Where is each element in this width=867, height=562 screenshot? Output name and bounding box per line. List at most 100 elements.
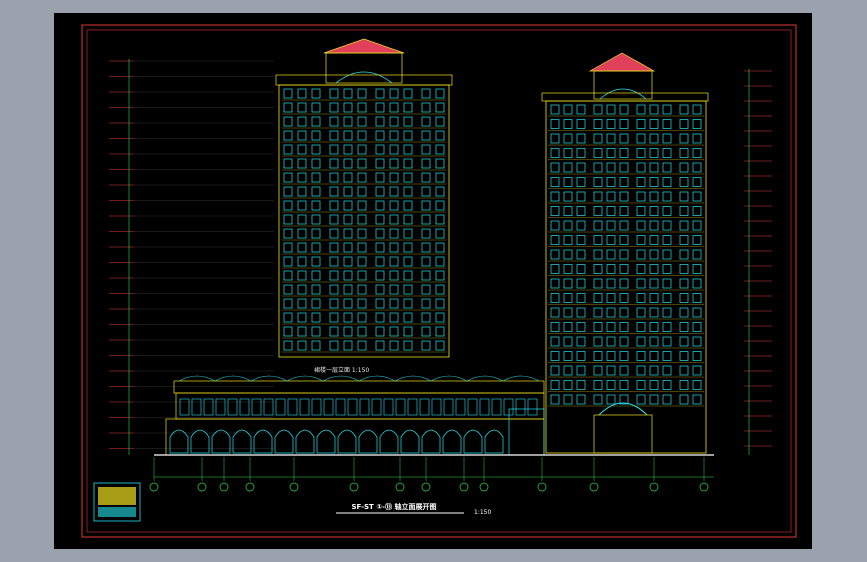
- window: [649, 264, 659, 274]
- window: [375, 326, 385, 337]
- window: [619, 119, 629, 129]
- window: [593, 177, 603, 187]
- window: [576, 336, 586, 347]
- window: [329, 200, 339, 211]
- window: [389, 200, 399, 211]
- grid-bubble: [395, 482, 405, 492]
- window: [283, 326, 293, 337]
- window: [403, 298, 413, 309]
- window: [606, 336, 616, 347]
- window: [311, 340, 321, 351]
- grid-bubble: [459, 482, 469, 492]
- window: [421, 326, 431, 337]
- window: [297, 214, 307, 225]
- window: [576, 104, 586, 115]
- window: [649, 365, 659, 376]
- window: [311, 116, 321, 127]
- window: [593, 133, 603, 144]
- window: [692, 220, 702, 231]
- window: [649, 336, 659, 347]
- grid-bubble: [589, 482, 599, 492]
- window: [662, 206, 672, 216]
- window: [649, 104, 659, 115]
- window: [297, 116, 307, 127]
- window: [389, 88, 399, 99]
- window: [662, 278, 672, 289]
- window: [649, 191, 659, 202]
- window: [421, 298, 431, 309]
- window: [329, 158, 339, 169]
- drawing-title: SF-ST ①-⑬ 轴立面展开图: [351, 502, 436, 511]
- window: [311, 88, 321, 99]
- window: [389, 228, 399, 239]
- window: [357, 200, 367, 211]
- window: [329, 172, 339, 183]
- window: [283, 298, 293, 309]
- window: [619, 191, 629, 202]
- window: [435, 158, 445, 169]
- window: [329, 256, 339, 267]
- window: [606, 206, 616, 216]
- window: [636, 162, 646, 173]
- window: [435, 326, 445, 337]
- window: [329, 130, 339, 141]
- window: [343, 298, 353, 309]
- window: [329, 102, 339, 113]
- podium-window: [251, 398, 262, 416]
- roof-arc: [466, 375, 504, 382]
- window: [343, 270, 353, 281]
- cad-drawing-frame: SF-ST ①-⑬ 轴立面展开图 1:150 裙楼一层立面 1:150: [54, 13, 812, 549]
- arched-window: [211, 429, 231, 454]
- window: [329, 284, 339, 295]
- podium-window: [215, 398, 226, 416]
- elevation-drawing: SF-ST ①-⑬ 轴立面展开图 1:150 裙楼一层立面 1:150: [81, 24, 797, 538]
- window: [435, 298, 445, 309]
- window: [283, 186, 293, 197]
- podium-window: [359, 398, 370, 416]
- arched-window: [253, 429, 273, 454]
- window: [619, 365, 629, 376]
- window: [343, 116, 353, 127]
- roof-arc: [358, 375, 396, 382]
- window: [619, 322, 629, 332]
- window: [636, 351, 646, 361]
- window: [550, 162, 560, 173]
- window: [403, 228, 413, 239]
- window: [389, 158, 399, 169]
- drawing-scale: 1:150: [474, 509, 491, 516]
- podium-window: [263, 398, 274, 416]
- window: [435, 312, 445, 323]
- window: [343, 172, 353, 183]
- window: [649, 293, 659, 303]
- window: [649, 148, 659, 158]
- window: [389, 130, 399, 141]
- window: [679, 278, 689, 289]
- window: [389, 144, 399, 155]
- window: [679, 322, 689, 332]
- window: [636, 293, 646, 303]
- window: [636, 249, 646, 260]
- window: [692, 104, 702, 115]
- window: [593, 206, 603, 216]
- window: [563, 264, 573, 274]
- window: [329, 340, 339, 351]
- window: [435, 88, 445, 99]
- grid-bubble: [289, 482, 299, 492]
- window: [692, 322, 702, 332]
- window: [636, 191, 646, 202]
- window: [435, 102, 445, 113]
- window: [619, 206, 629, 216]
- podium-window: [467, 398, 478, 416]
- podium-window: [371, 398, 382, 416]
- window: [375, 270, 385, 281]
- window: [403, 270, 413, 281]
- window: [311, 186, 321, 197]
- window: [576, 206, 586, 216]
- window: [593, 119, 603, 129]
- window: [619, 307, 629, 318]
- window: [375, 144, 385, 155]
- window: [329, 298, 339, 309]
- window: [606, 162, 616, 173]
- window: [636, 206, 646, 216]
- podium-window: [479, 398, 490, 416]
